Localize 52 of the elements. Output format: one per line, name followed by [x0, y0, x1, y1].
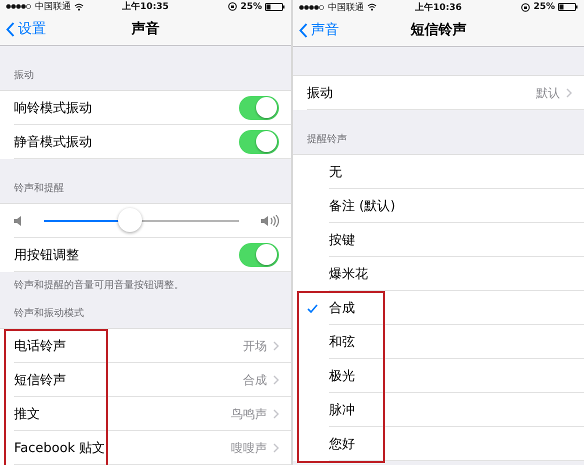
carrier-name: 中国联通: [35, 0, 71, 14]
screen-title: 声音: [132, 20, 160, 38]
back-chevron-icon: [299, 22, 308, 38]
setting-label: 用按钮调整: [14, 247, 80, 264]
section-header: 振动: [13, 69, 35, 83]
toggle-switch[interactable]: [239, 96, 279, 120]
signal-icon: [299, 4, 325, 10]
setting-label: 响铃模式振动: [14, 100, 93, 117]
volume-low-icon: [14, 216, 22, 226]
ringtone-item[interactable]: 脉冲: [293, 393, 584, 427]
chevron-icon: [566, 88, 572, 98]
section-footer: 铃声和提醒的音量可用音量按钮调整。: [0, 272, 291, 300]
battery-percent: 25%: [240, 2, 262, 12]
battery-percent: 25%: [533, 2, 555, 12]
carrier-name: 中国联通: [328, 2, 364, 14]
battery-icon: [265, 2, 285, 11]
signal-icon: [6, 4, 32, 10]
rotation-lock-icon: [228, 2, 238, 12]
clock: 上午10:36: [414, 1, 463, 14]
ringtone-item[interactable]: 无: [293, 155, 584, 189]
setting-row[interactable]: Facebook 贴文 嗖嗖声: [0, 431, 291, 465]
setting-row[interactable]: 振动 默认: [293, 76, 584, 110]
chevron-icon: [273, 375, 279, 385]
ringtone-item[interactable]: 和弦: [293, 325, 584, 359]
back-chevron-icon: [6, 22, 15, 37]
section-header: 铃声和振动模式: [13, 306, 85, 321]
wifi-icon: [74, 2, 84, 11]
setting-row[interactable]: 推文 鸟鸣声: [0, 397, 291, 431]
clock: 上午10:35: [121, 0, 170, 14]
section-header: 铃声和提醒: [13, 182, 65, 196]
wifi-icon: [367, 3, 377, 11]
section-header: 提醒铃声: [306, 132, 348, 147]
screen-title: 短信铃声: [410, 21, 466, 39]
ringtone-item[interactable]: 极光: [293, 359, 584, 393]
toggle-switch[interactable]: [239, 243, 279, 267]
rotation-lock-icon: [521, 2, 530, 12]
battery-icon: [558, 3, 578, 11]
chevron-icon: [273, 409, 279, 419]
setting-label: 静音模式振动: [14, 134, 93, 151]
back-button[interactable]: 声音: [293, 20, 345, 40]
setting-row[interactable]: 电话铃声 开场: [0, 329, 291, 363]
ringtone-item[interactable]: 合成: [293, 291, 584, 325]
toggle-switch[interactable]: [239, 130, 279, 154]
ringtone-item[interactable]: 爆米花: [293, 257, 584, 291]
ringtone-item[interactable]: 您好: [293, 427, 584, 461]
chevron-icon: [273, 341, 279, 351]
back-button[interactable]: 设置: [0, 19, 52, 40]
chevron-icon: [273, 443, 279, 453]
setting-row[interactable]: 短信铃声 合成: [0, 363, 291, 397]
ringtone-item[interactable]: 按键: [293, 223, 584, 257]
ringtone-item[interactable]: 备注 (默认): [293, 189, 584, 223]
volume-high-icon: [261, 215, 279, 227]
